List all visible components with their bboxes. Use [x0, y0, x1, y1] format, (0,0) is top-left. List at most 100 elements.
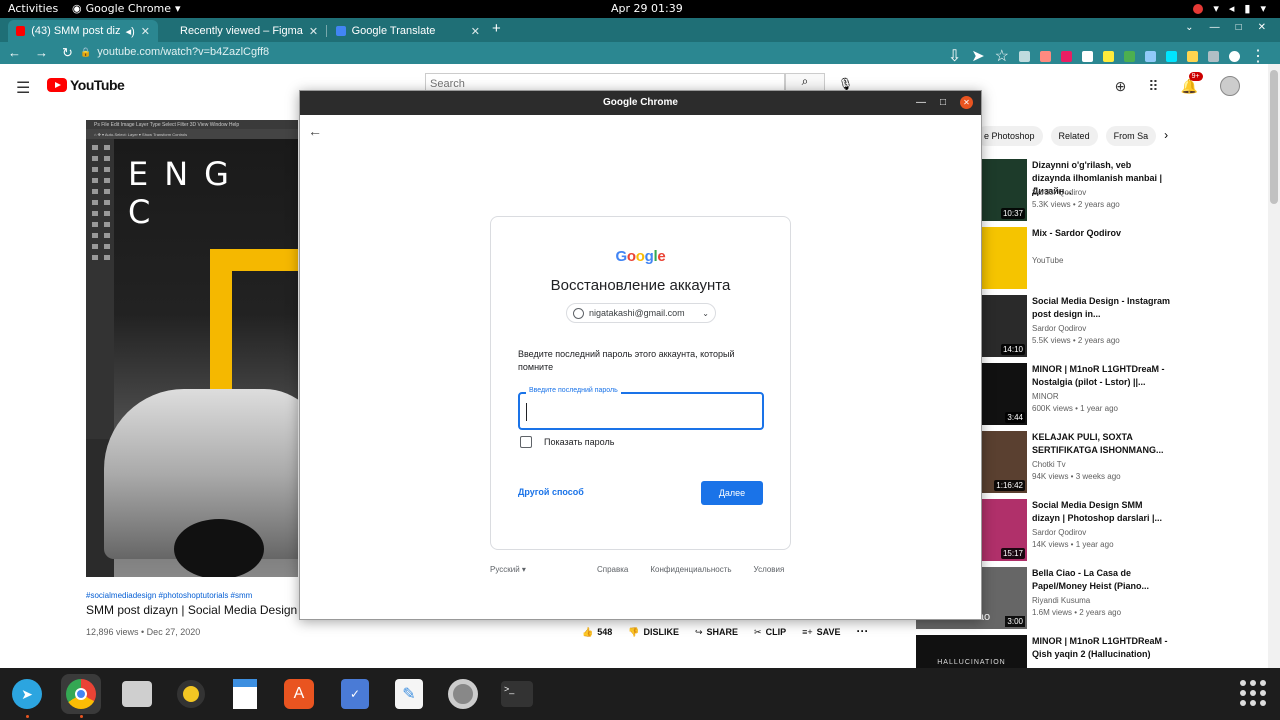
dock-rhythmbox[interactable]	[171, 674, 211, 714]
minimize-icon[interactable]: —	[1210, 22, 1220, 33]
recommendation-item[interactable]: 10:37 Dizaynni o'g'rilash, veb dizaynda i…	[980, 159, 1172, 221]
channel-name[interactable]: Riyandi Kusuma	[1032, 596, 1090, 605]
clip-button[interactable]: ✂ CLIP	[754, 627, 786, 638]
channel-name[interactable]: Sardor Qodirov	[1032, 528, 1086, 537]
like-button[interactable]: 👍 548	[582, 627, 612, 638]
password-input[interactable]	[526, 403, 746, 421]
dock-settings[interactable]	[443, 674, 483, 714]
video-thumbnail[interactable]: 15:17	[980, 499, 1027, 561]
close-icon[interactable]: ✕	[1258, 22, 1266, 33]
extension-icon[interactable]	[1124, 50, 1135, 62]
chip-related[interactable]: Related	[1050, 126, 1098, 146]
new-tab-button[interactable]: +	[492, 20, 501, 37]
dock-tasks[interactable]: ✓	[335, 674, 375, 714]
terms-link[interactable]: Условия	[754, 565, 785, 574]
extension-icon[interactable]	[1040, 50, 1051, 62]
recommendation-title[interactable]: Social Media Design SMM dizayn | Photosh…	[1032, 499, 1172, 525]
forward-icon[interactable]: →	[35, 45, 48, 61]
channel-name[interactable]: Sardor Qodirov	[1032, 188, 1086, 197]
star-icon[interactable]: ☆	[995, 46, 1009, 66]
help-link[interactable]: Справка	[597, 565, 628, 574]
extension-icon[interactable]	[1145, 50, 1156, 62]
extension-icon[interactable]	[1019, 50, 1030, 62]
password-field[interactable]: Введите последний пароль	[518, 387, 764, 430]
close-icon[interactable]: ✕	[960, 96, 973, 109]
tab-translate[interactable]: Google Translate ✕	[328, 20, 488, 42]
install-icon[interactable]: ⇩	[948, 46, 961, 66]
recommendation-title[interactable]: Social Media Design - Instagram post des…	[1032, 295, 1172, 321]
apps-grid-icon[interactable]: ⠿	[1148, 78, 1158, 95]
kebab-menu-icon[interactable]: ⋮	[1250, 46, 1266, 66]
dock-telegram[interactable]: ➤	[7, 674, 47, 718]
page-scrollbar[interactable]	[1268, 64, 1280, 668]
video-hashtags[interactable]: #socialmediadesign #photoshoptutorials #…	[86, 591, 252, 600]
dock-chrome[interactable]	[61, 674, 101, 718]
close-icon[interactable]: ✕	[141, 25, 150, 38]
extension-icon[interactable]	[1082, 50, 1093, 62]
recommendation-title[interactable]: Mix - Sardor Qodirov	[1032, 227, 1172, 240]
address-bar[interactable]: 🔒 youtube.com/watch?v=b4ZazlCgff8	[80, 46, 269, 58]
share-button[interactable]: ↪ SHARE	[695, 627, 738, 638]
dock-files[interactable]	[117, 674, 157, 714]
clock[interactable]: Apr 29 01:39	[611, 2, 683, 15]
extension-icon[interactable]	[1061, 50, 1072, 62]
next-button[interactable]: Далее	[701, 481, 763, 505]
chip-photoshop[interactable]: e Photoshop	[976, 126, 1043, 146]
recommendation-item[interactable]: 1:16:42 KELAJAK PULI, SOXTA SERTIFIKATGA …	[980, 431, 1172, 493]
video-player[interactable]: Ps File Edit Image Layer Type Select Fil…	[86, 120, 298, 577]
channel-name[interactable]: Chotki Tv	[1032, 460, 1066, 469]
recommendation-thumbnail[interactable]: HALLUCINATION	[916, 635, 1027, 668]
create-video-icon[interactable]: ⊕	[1115, 78, 1127, 95]
recommendation-title[interactable]: MINOR | M1noR L1GHTDReaM - Qish yaqin 2 …	[1032, 635, 1172, 661]
maximize-icon[interactable]: □	[940, 97, 946, 108]
close-icon[interactable]: ✕	[471, 25, 480, 38]
activities-button[interactable]: Activities	[8, 2, 58, 15]
dislike-button[interactable]: 👎 DISLIKE	[628, 627, 679, 638]
tab-youtube[interactable]: (43) SMM post dizayn ◂) ✕	[8, 20, 158, 42]
reload-icon[interactable]: ↻	[62, 45, 73, 61]
audio-icon[interactable]: ◂)	[126, 25, 135, 38]
media-icon[interactable]	[1208, 50, 1219, 62]
recommendation-title[interactable]: MINOR | M1noR L1GHTDreaM - Nostalgia (pi…	[1032, 363, 1172, 389]
show-password-checkbox[interactable]	[520, 436, 532, 448]
minimize-icon[interactable]: —	[916, 97, 926, 108]
save-button[interactable]: ≡+ SAVE	[802, 627, 840, 638]
chip-from-sardor[interactable]: From Sa	[1105, 126, 1157, 146]
dock-terminal[interactable]: >_	[497, 674, 537, 714]
channel-name[interactable]: YouTube	[1032, 256, 1063, 265]
tab-figma[interactable]: Recently viewed – Figma ✕	[166, 20, 324, 42]
youtube-logo[interactable]: YouTube	[47, 77, 125, 93]
try-another-way-link[interactable]: Другой способ	[518, 487, 584, 497]
back-icon[interactable]: ←	[8, 45, 21, 61]
profile-avatar[interactable]	[1229, 50, 1240, 62]
dock-text-editor[interactable]: ✎	[389, 674, 429, 714]
recommendation-item[interactable]: 15:17 Social Media Design SMM dizayn | Ph…	[980, 499, 1172, 561]
menu-icon[interactable]: ☰	[16, 78, 30, 98]
show-password-toggle[interactable]: Показать пароль	[520, 436, 614, 448]
privacy-link[interactable]: Конфиденциальность	[650, 565, 731, 574]
video-thumbnail[interactable]: 10:37	[980, 159, 1027, 221]
share-icon[interactable]: ➤	[971, 46, 984, 66]
recommendation-item[interactable]: 14:10 Social Media Design - Instagram pos…	[980, 295, 1172, 357]
maximize-icon[interactable]: □	[1236, 22, 1242, 33]
video-thumbnail[interactable]: 1:16:42	[980, 431, 1027, 493]
show-applications-button[interactable]	[1240, 680, 1266, 706]
channel-name[interactable]: Sardor Qodirov	[1032, 324, 1086, 333]
system-tray[interactable]: ▾ ◂ ▮ ▾	[1193, 2, 1266, 15]
mic-icon[interactable]: 🎙	[838, 77, 853, 91]
scrollbar-thumb[interactable]	[1270, 70, 1278, 204]
dock-writer[interactable]	[225, 674, 265, 714]
tab-search-icon[interactable]: ⌄	[1185, 22, 1193, 33]
video-thumbnail[interactable]: 3:44	[980, 363, 1027, 425]
close-icon[interactable]: ✕	[309, 25, 318, 38]
back-arrow-icon[interactable]: ←	[308, 123, 322, 139]
recommendation-title[interactable]: Bella Ciao - La Casa de Papel/Money Heis…	[1032, 567, 1172, 593]
recommendation-title[interactable]: KELAJAK PULI, SOXTA SERTIFIKATGA ISHONMA…	[1032, 431, 1172, 457]
chevron-right-icon[interactable]: ›	[1164, 128, 1168, 146]
extension-icon[interactable]	[1103, 50, 1114, 62]
recommendation-item[interactable]: 3:44 MINOR | M1noR L1GHTDreaM - Nostalgia…	[980, 363, 1172, 425]
more-icon[interactable]: ···	[856, 624, 868, 638]
extension-icon[interactable]	[1187, 50, 1198, 62]
video-thumbnail[interactable]: 14:10	[980, 295, 1027, 357]
puzzle-icon[interactable]	[1166, 50, 1177, 62]
